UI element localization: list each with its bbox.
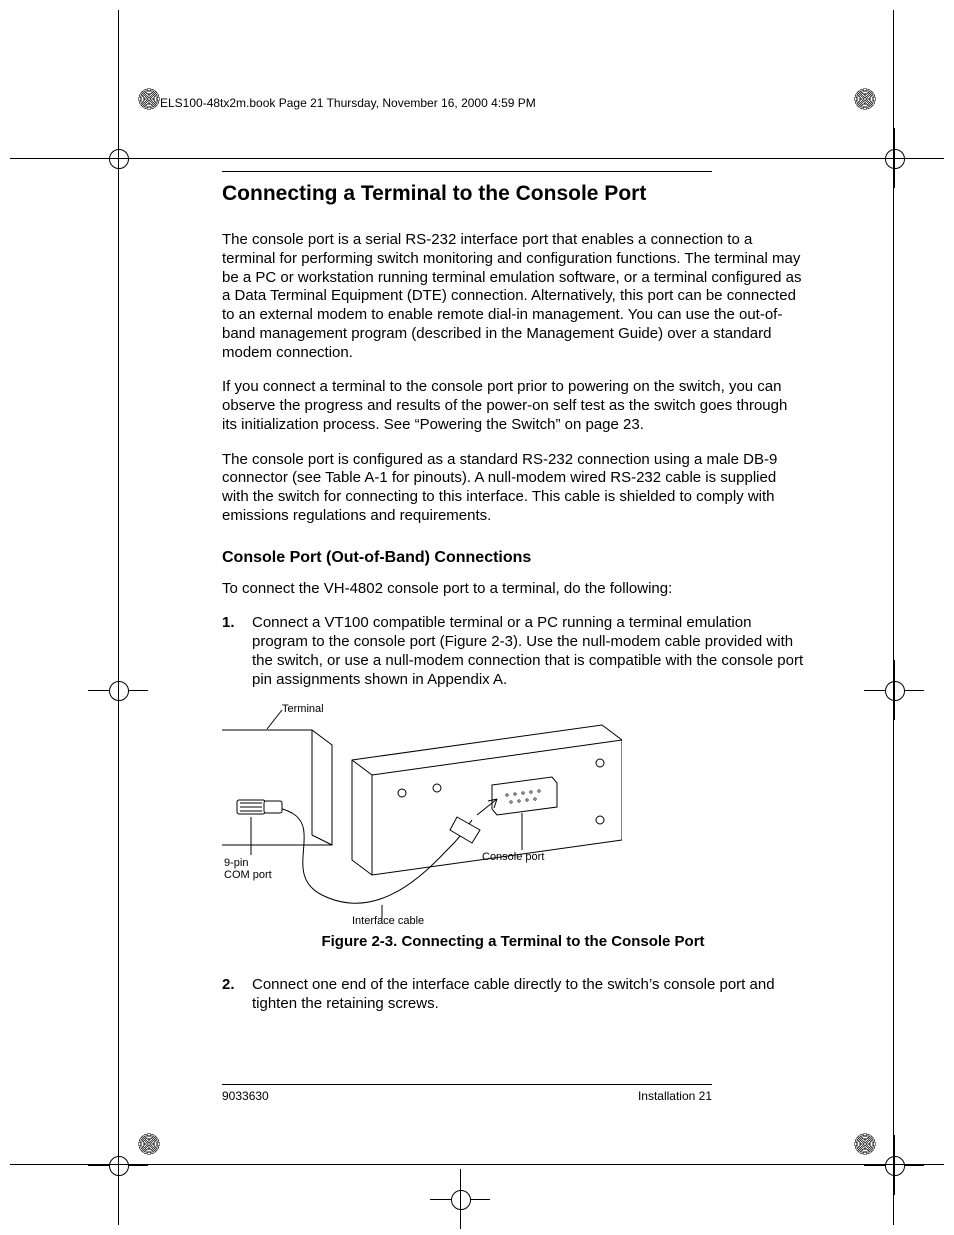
figure-label-terminal: Terminal	[282, 703, 324, 717]
heading-rule	[222, 171, 712, 172]
figure-label-interface-cable: Interface cable	[352, 915, 424, 929]
running-header: ELS100-48tx2m.book Page 21 Thursday, Nov…	[160, 96, 804, 110]
corner-dot	[138, 88, 160, 110]
figure-caption: Figure 2-3. Connecting a Terminal to the…	[222, 933, 804, 952]
step-text: Connect one end of the interface cable d…	[252, 976, 775, 1012]
corner-dot	[854, 88, 876, 110]
section-heading: Connecting a Terminal to the Console Por…	[222, 182, 804, 206]
hairline	[10, 1164, 944, 1165]
hairline	[118, 10, 119, 1225]
step-text: Connect a VT100 compatible terminal or a…	[252, 614, 803, 687]
paragraph: The console port is a serial RS-232 inte…	[222, 231, 804, 362]
step-number: 1.	[222, 614, 235, 633]
paragraph: To connect the VH-4802 console port to a…	[222, 580, 804, 599]
page: ELS100-48tx2m.book Page 21 Thursday, Nov…	[0, 0, 954, 1235]
list-item: 2. Connect one end of the interface cabl…	[222, 976, 804, 1014]
crop-mark	[864, 660, 924, 720]
crop-mark	[430, 1169, 490, 1229]
step-list: 1. Connect a VT100 compatible terminal o…	[222, 614, 804, 689]
step-list: 2. Connect one end of the interface cabl…	[222, 976, 804, 1014]
footer-rule	[222, 1084, 712, 1085]
figure: Terminal 9-pin COM port Console port Int…	[222, 705, 622, 925]
footer-doc-number: 9033630	[222, 1089, 269, 1104]
page-footer: 9033630 Installation 21	[222, 1089, 712, 1104]
list-item: 1. Connect a VT100 compatible terminal o…	[222, 614, 804, 689]
footer-page-label: Installation 21	[638, 1089, 712, 1104]
crop-mark	[864, 1135, 924, 1195]
body-text: The console port is a serial RS-232 inte…	[222, 231, 804, 1104]
paragraph: The console port is configured as a stan…	[222, 451, 804, 526]
hairline	[893, 10, 894, 1225]
figure-label-console-port: Console port	[482, 851, 544, 865]
step-number: 2.	[222, 976, 235, 995]
figure-svg	[222, 705, 622, 925]
hairline	[10, 158, 944, 159]
figure-label-com-port: COM port	[224, 869, 272, 883]
subsection-heading: Console Port (Out-of-Band) Connections	[222, 548, 804, 568]
paragraph: If you connect a terminal to the console…	[222, 378, 804, 434]
